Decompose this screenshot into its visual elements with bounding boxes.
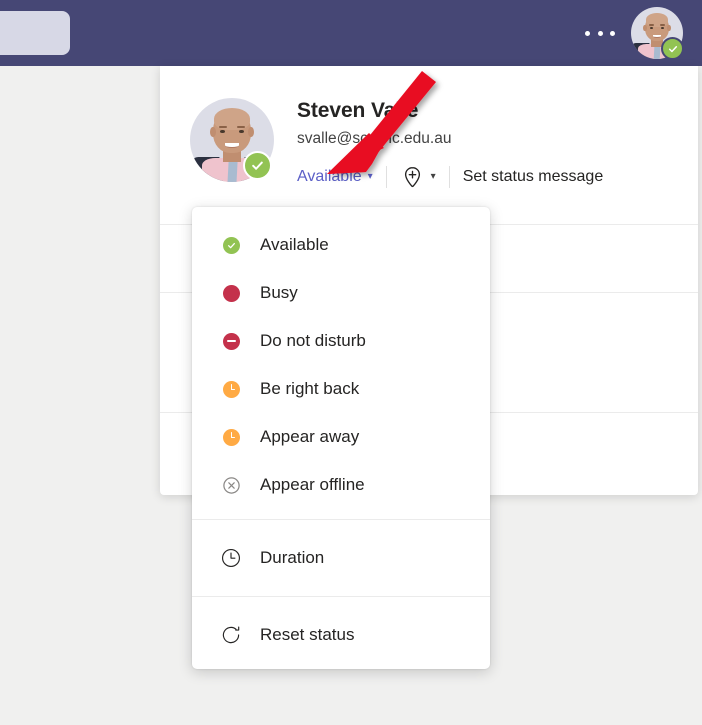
menu-item-label: Appear away	[260, 427, 360, 446]
status-current-label[interactable]: Available	[297, 168, 362, 186]
divider	[448, 166, 450, 188]
menu-item-available[interactable]: Available	[192, 221, 490, 269]
set-status-message-button[interactable]: Set status message	[463, 168, 604, 186]
do-not-disturb-icon	[220, 330, 242, 352]
menu-item-appear-away[interactable]: Appear away	[192, 413, 490, 461]
reset-group: Reset status	[192, 597, 490, 673]
presence-badge-available	[243, 151, 272, 180]
search-input[interactable]	[0, 11, 70, 55]
add-location-button[interactable]: ▾	[400, 165, 436, 190]
more-options-icon[interactable]	[585, 24, 615, 42]
menu-item-label: Available	[260, 235, 329, 254]
chevron-down-icon: ▾	[367, 171, 373, 182]
app-screen: Steven Valle svalle@scg.vic.edu.au Avail…	[0, 0, 702, 725]
status-dropdown-menu: Available Busy Do not disturb Be right b…	[192, 207, 490, 669]
profile-status-row: Available ▾ ▾ Set status message	[297, 164, 603, 190]
profile-email: svalle@scg.vic.edu.au	[297, 130, 452, 147]
dot	[610, 30, 615, 36]
profile-name: Steven Valle	[297, 99, 419, 122]
app-top-bar	[0, 0, 702, 66]
menu-item-label: Busy	[260, 283, 298, 302]
chevron-down-icon: ▾	[430, 171, 436, 182]
busy-icon	[220, 282, 242, 304]
appear-away-icon	[220, 426, 242, 448]
menu-item-do-not-disturb[interactable]: Do not disturb	[192, 317, 490, 365]
location-pin-plus-icon	[404, 166, 420, 187]
presence-options-group: Available Busy Do not disturb Be right b…	[192, 207, 490, 519]
clock-icon	[220, 547, 242, 569]
menu-item-appear-offline[interactable]: Appear offline	[192, 461, 490, 509]
divider	[385, 166, 387, 188]
menu-item-duration[interactable]: Duration	[192, 534, 490, 582]
refresh-icon	[220, 624, 242, 646]
menu-item-be-right-back[interactable]: Be right back	[192, 365, 490, 413]
appear-offline-icon	[220, 474, 242, 496]
menu-item-reset-status[interactable]: Reset status	[192, 611, 490, 659]
menu-item-label: Reset status	[260, 625, 355, 644]
menu-item-label: Duration	[260, 548, 325, 567]
menu-item-busy[interactable]: Busy	[192, 269, 490, 317]
menu-item-label: Appear offline	[260, 475, 365, 494]
presence-badge-available	[661, 37, 684, 60]
menu-item-label: Be right back	[260, 379, 360, 398]
status-dropdown-trigger[interactable]: Available ▾	[297, 168, 373, 186]
profile-avatar	[190, 98, 274, 182]
avatar[interactable]	[631, 7, 684, 60]
be-right-back-icon	[220, 378, 242, 400]
available-icon	[220, 234, 242, 256]
menu-item-label: Do not disturb	[260, 331, 366, 350]
duration-group: Duration	[192, 520, 490, 596]
dot	[585, 30, 590, 36]
dot	[597, 30, 603, 36]
